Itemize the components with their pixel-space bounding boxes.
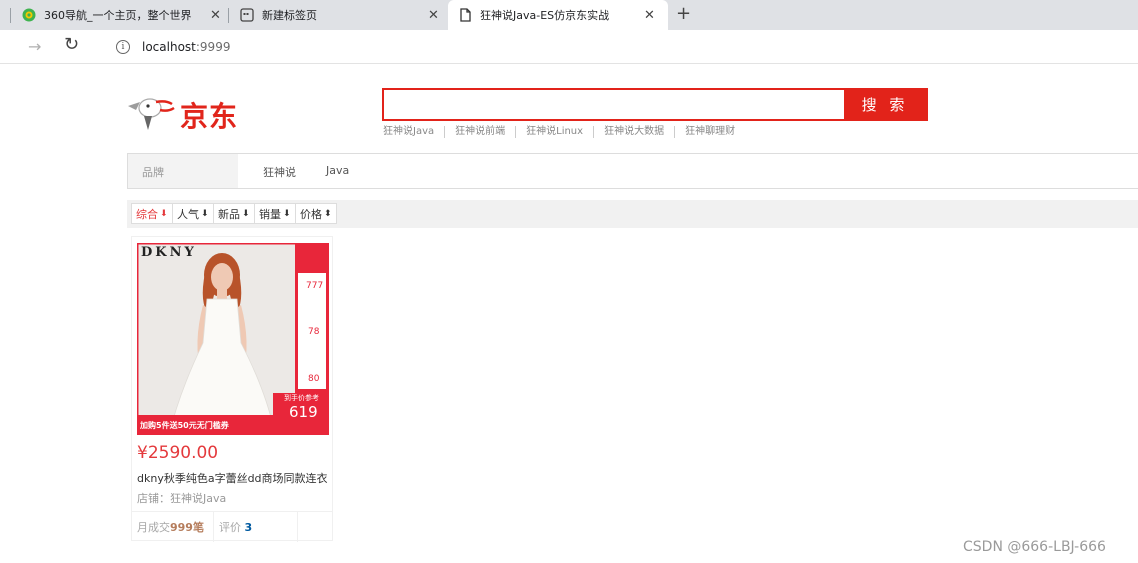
brand-option[interactable]: Java bbox=[326, 164, 349, 177]
sort-updown-icon: ⬍ bbox=[324, 208, 332, 219]
promo-final-label: 到手价参考 bbox=[284, 394, 319, 402]
sort-comprehensive[interactable]: 综合 ⬇ bbox=[131, 203, 173, 224]
sort-new[interactable]: 新品 ⬇ bbox=[213, 203, 255, 224]
tab-title: 新建标签页 bbox=[262, 9, 317, 22]
search-input[interactable] bbox=[384, 90, 844, 119]
sort-down-icon: ⬇ bbox=[160, 208, 168, 219]
close-tab-icon[interactable]: ✕ bbox=[428, 8, 439, 23]
monthly-sales-value: 999笔 bbox=[170, 521, 204, 534]
product-price: ¥2590.00 bbox=[137, 443, 219, 463]
address-bar[interactable]: i localhost:9999 bbox=[102, 34, 1138, 60]
promo-final-price: 619 bbox=[289, 403, 318, 421]
tab-separator bbox=[10, 8, 11, 23]
tab-360-nav[interactable]: 360导航_一个主页，整个世界 ✕ bbox=[22, 0, 232, 30]
brand-option[interactable]: 狂神说 bbox=[263, 164, 296, 180]
search-button[interactable]: 搜 索 bbox=[844, 90, 926, 119]
tab-new-tab[interactable]: 新建标签页 ✕ bbox=[240, 0, 445, 30]
reload-icon[interactable]: ↻ bbox=[64, 34, 79, 55]
shop-label: 店铺： bbox=[137, 492, 170, 505]
review-count[interactable]: 3 bbox=[245, 521, 253, 534]
new-tab-plus-icon[interactable]: + bbox=[676, 3, 691, 24]
sort-popularity[interactable]: 人气 ⬇ bbox=[172, 203, 214, 224]
tab-active-jd[interactable]: 狂神说Java-ES仿京东实战 ✕ bbox=[448, 0, 668, 30]
sort-label: 新品 bbox=[218, 207, 240, 221]
sort-label: 销量 bbox=[259, 207, 281, 221]
tab-separator bbox=[228, 8, 229, 23]
tab-title: 狂神说Java-ES仿京东实战 bbox=[480, 9, 610, 22]
hot-word-link[interactable]: 狂神说Linux bbox=[515, 126, 593, 138]
360-browser-icon bbox=[22, 8, 36, 22]
hot-word-link[interactable]: 狂神说大数据 bbox=[593, 126, 674, 138]
close-tab-icon[interactable]: ✕ bbox=[210, 8, 221, 23]
browser-tab-bar: 360导航_一个主页，整个世界 ✕ 新建标签页 ✕ 狂神说Java-ES仿京东实… bbox=[0, 0, 1138, 30]
url-text: localhost:9999 bbox=[142, 40, 231, 54]
product-image[interactable]: DKNY 777 78 80 到手价参考 619 加购5件送50元无门槛券 bbox=[137, 243, 329, 435]
jd-logo-text[interactable]: 京东 bbox=[180, 95, 238, 135]
brand-filter-row: 品牌 狂神说 Java bbox=[127, 153, 1138, 189]
monthly-sales: 月成交 999笔 bbox=[132, 512, 214, 542]
hot-word-link[interactable]: 狂神聊理财 bbox=[674, 126, 745, 138]
search-box: 搜 索 bbox=[382, 88, 928, 121]
product-title[interactable]: dkny秋季纯色a字蕾丝dd商场同款连衣 bbox=[137, 470, 332, 486]
stat-empty-cell bbox=[298, 512, 332, 542]
product-card[interactable]: DKNY 777 78 80 到手价参考 619 加购5件送50元无门槛券 ¥2… bbox=[131, 236, 333, 542]
info-icon[interactable]: i bbox=[116, 40, 130, 54]
sort-label: 价格 bbox=[300, 207, 322, 221]
tab-title: 360导航_一个主页，整个世界 bbox=[44, 9, 192, 22]
product-shop[interactable]: 店铺：狂神说Java bbox=[137, 490, 226, 506]
hot-words: 狂神说Java 狂神说前端 狂神说Linux 狂神说大数据 狂神聊理财 bbox=[383, 126, 745, 138]
close-tab-icon[interactable]: ✕ bbox=[644, 8, 655, 23]
sort-label: 人气 bbox=[177, 207, 199, 221]
sort-down-icon: ⬇ bbox=[242, 208, 250, 219]
promo-price-2: 78 bbox=[308, 327, 320, 337]
hot-word-link[interactable]: 狂神说Java bbox=[383, 126, 444, 138]
promo-price-3: 80 bbox=[308, 374, 320, 384]
sort-down-icon: ⬇ bbox=[201, 208, 209, 219]
hot-word-link[interactable]: 狂神说前端 bbox=[444, 126, 515, 138]
promo-banner-text: 加购5件送50元无门槛券 bbox=[140, 421, 229, 430]
sort-price[interactable]: 价格 ⬍ bbox=[295, 203, 337, 224]
sort-bar: 综合 ⬇ 人气 ⬇ 新品 ⬇ 销量 ⬇ 价格 ⬍ bbox=[127, 200, 1138, 228]
document-icon bbox=[458, 8, 472, 22]
shop-name[interactable]: 狂神说Java bbox=[170, 492, 226, 505]
reviews[interactable]: 评价 3 bbox=[214, 512, 298, 542]
image-brand-text: DKNY bbox=[141, 245, 197, 260]
csdn-watermark: CSDN @666-LBJ-666 bbox=[963, 539, 1106, 555]
review-label: 评价 bbox=[219, 521, 241, 534]
forward-arrow-icon[interactable]: → bbox=[28, 37, 41, 56]
browser-toolbar: → ↻ i localhost:9999 bbox=[0, 30, 1138, 64]
sort-label: 综合 bbox=[136, 207, 158, 221]
promo-price-1: 777 bbox=[306, 281, 324, 291]
brand-label: 品牌 bbox=[128, 154, 238, 188]
sort-down-icon: ⬇ bbox=[283, 208, 291, 219]
new-tab-page-icon bbox=[240, 8, 254, 22]
monthly-sales-label: 月成交 bbox=[137, 521, 170, 534]
sort-sales[interactable]: 销量 ⬇ bbox=[254, 203, 296, 224]
product-stats: 月成交 999笔 评价 3 bbox=[132, 511, 332, 542]
